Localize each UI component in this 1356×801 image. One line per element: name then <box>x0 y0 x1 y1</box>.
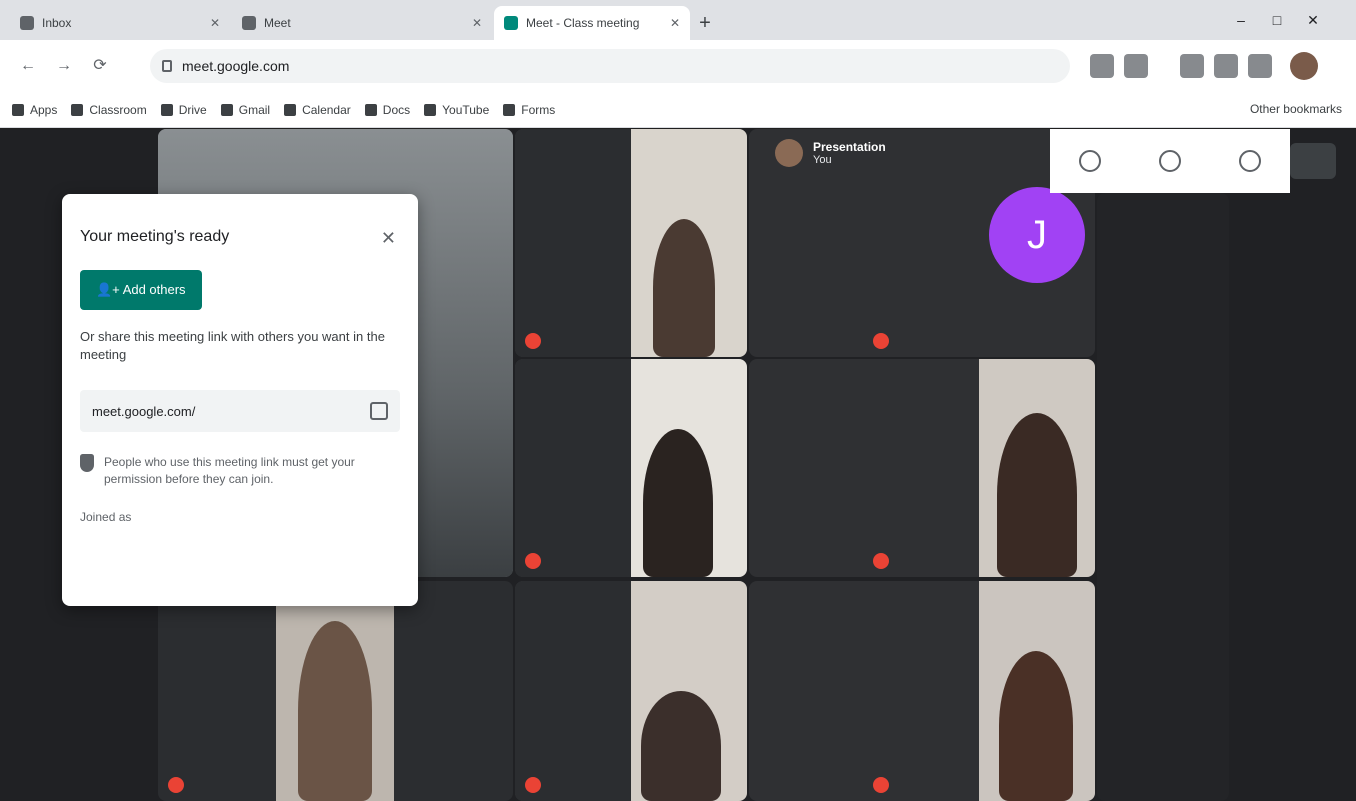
participant-tile[interactable] <box>749 581 1095 801</box>
add-others-button[interactable]: 👤+ Add others <box>80 270 202 310</box>
close-icon[interactable]: ✕ <box>210 16 220 30</box>
maximize-button[interactable]: □ <box>1262 8 1292 32</box>
participant-tile[interactable] <box>1097 193 1229 801</box>
participant-name <box>525 333 547 349</box>
participant-video <box>641 691 721 801</box>
url-text: meet.google.com <box>182 58 290 74</box>
presenter-info: Presentation You <box>775 139 886 167</box>
participant-name <box>873 777 895 793</box>
participant-video <box>643 429 713 577</box>
bookmark-icon <box>503 103 516 116</box>
participant-name <box>873 333 895 349</box>
security-note: People who use this meeting link must ge… <box>80 454 400 488</box>
mic-off-icon <box>168 777 184 793</box>
tab-favicon <box>242 16 256 30</box>
bookmark-icon <box>424 103 437 116</box>
other-bookmarks[interactable]: Other bookmarks <box>1250 102 1342 116</box>
bookmark-icon <box>364 103 377 116</box>
security-text: People who use this meeting link must ge… <box>104 455 355 486</box>
participant-tile[interactable] <box>515 359 747 577</box>
extension-icon[interactable] <box>1214 54 1238 78</box>
participant-video <box>999 651 1073 801</box>
lock-icon <box>162 60 172 72</box>
window-close-button[interactable]: ✕ <box>1298 8 1328 32</box>
tab-label: Inbox <box>42 16 72 30</box>
participant-video <box>298 621 372 801</box>
layout-grid-icon[interactable] <box>1290 143 1336 179</box>
joined-as-text: Joined as <box>80 510 132 524</box>
bookmark-item[interactable]: Forms <box>503 103 555 117</box>
people-icon[interactable] <box>1159 150 1181 172</box>
bookmark-item[interactable]: Classroom <box>71 103 147 117</box>
tab-inbox[interactable]: Inbox ✕ <box>10 6 230 40</box>
extension-icon[interactable] <box>1124 54 1148 78</box>
bookmarks-bar: Apps Classroom Drive Gmail Calendar Docs… <box>0 92 1356 128</box>
meeting-link-row: meet.google.com/ <box>80 390 400 432</box>
bookmark-item[interactable]: Apps <box>12 103 57 117</box>
profile-avatar[interactable] <box>1290 52 1318 80</box>
meeting-ready-dialog: Your meeting's ready ✕ 👤+ Add others Or … <box>62 194 418 606</box>
add-person-icon: 👤+ <box>96 282 123 297</box>
bookmark-icon <box>220 103 233 116</box>
extension-icon[interactable] <box>1180 54 1204 78</box>
participant-tile[interactable] <box>158 581 513 801</box>
chat-icon[interactable] <box>1239 150 1261 172</box>
tab-meet[interactable]: Meet ✕ <box>232 6 492 40</box>
bookmark-item[interactable]: Gmail <box>220 103 270 117</box>
participant-tile[interactable] <box>515 581 747 801</box>
bookmark-item[interactable]: Drive <box>160 103 207 117</box>
apps-icon <box>12 103 24 116</box>
reload-button[interactable]: ⟳ <box>86 52 114 80</box>
close-icon[interactable]: ✕ <box>472 16 482 30</box>
bookmark-icon <box>284 103 297 116</box>
bookmark-item[interactable]: Docs <box>364 103 410 117</box>
bookmark-icon <box>71 103 84 116</box>
tab-strip: Inbox ✕ Meet ✕ Meet - Class meeting ✕ + … <box>0 0 1356 40</box>
dialog-description: Or share this meeting link with others y… <box>80 329 385 362</box>
info-icon[interactable] <box>1079 150 1101 172</box>
mic-off-icon <box>873 333 889 349</box>
participant-video <box>997 413 1077 577</box>
participant-name <box>525 553 547 569</box>
participant-name <box>168 777 190 793</box>
close-icon[interactable]: ✕ <box>381 228 396 249</box>
avatar <box>775 139 803 167</box>
forward-button[interactable]: → <box>50 52 78 80</box>
browser-toolbar: ← → ⟳ meet.google.com <box>0 40 1356 92</box>
close-icon[interactable]: ✕ <box>670 16 680 30</box>
bookmark-item[interactable]: YouTube <box>424 103 489 117</box>
address-bar[interactable]: meet.google.com <box>150 49 1070 83</box>
mic-off-icon <box>525 333 541 349</box>
participant-tile[interactable] <box>515 129 747 357</box>
tab-label: Meet - Class meeting <box>526 16 640 30</box>
meeting-link: meet.google.com/ <box>92 403 196 419</box>
bookmark-icon <box>160 103 173 116</box>
copy-icon[interactable] <box>370 402 388 420</box>
participant-name <box>873 553 895 569</box>
presenter-name: Presentation <box>813 140 886 154</box>
participant-video <box>653 219 715 357</box>
tab-favicon <box>504 16 518 30</box>
participant-avatar: J <box>989 187 1085 283</box>
participant-name <box>525 777 547 793</box>
meeting-top-controls <box>1050 129 1290 193</box>
new-tab-button[interactable]: + <box>692 10 718 36</box>
minimize-button[interactable]: – <box>1226 8 1256 32</box>
tab-active-meeting[interactable]: Meet - Class meeting ✕ <box>494 6 690 40</box>
participant-tile[interactable] <box>749 359 1095 577</box>
bookmark-item[interactable]: Calendar <box>284 103 351 117</box>
mic-off-icon <box>873 777 889 793</box>
presenter-sub: You <box>813 154 832 166</box>
back-button[interactable]: ← <box>14 52 42 80</box>
dialog-title: Your meeting's ready <box>80 228 230 245</box>
mic-off-icon <box>525 553 541 569</box>
mic-off-icon <box>873 553 889 569</box>
tab-label: Meet <box>264 16 291 30</box>
extension-icon[interactable] <box>1090 54 1114 78</box>
mic-off-icon <box>525 777 541 793</box>
extension-icon[interactable] <box>1248 54 1272 78</box>
shield-icon <box>80 454 94 472</box>
tab-favicon <box>20 16 34 30</box>
